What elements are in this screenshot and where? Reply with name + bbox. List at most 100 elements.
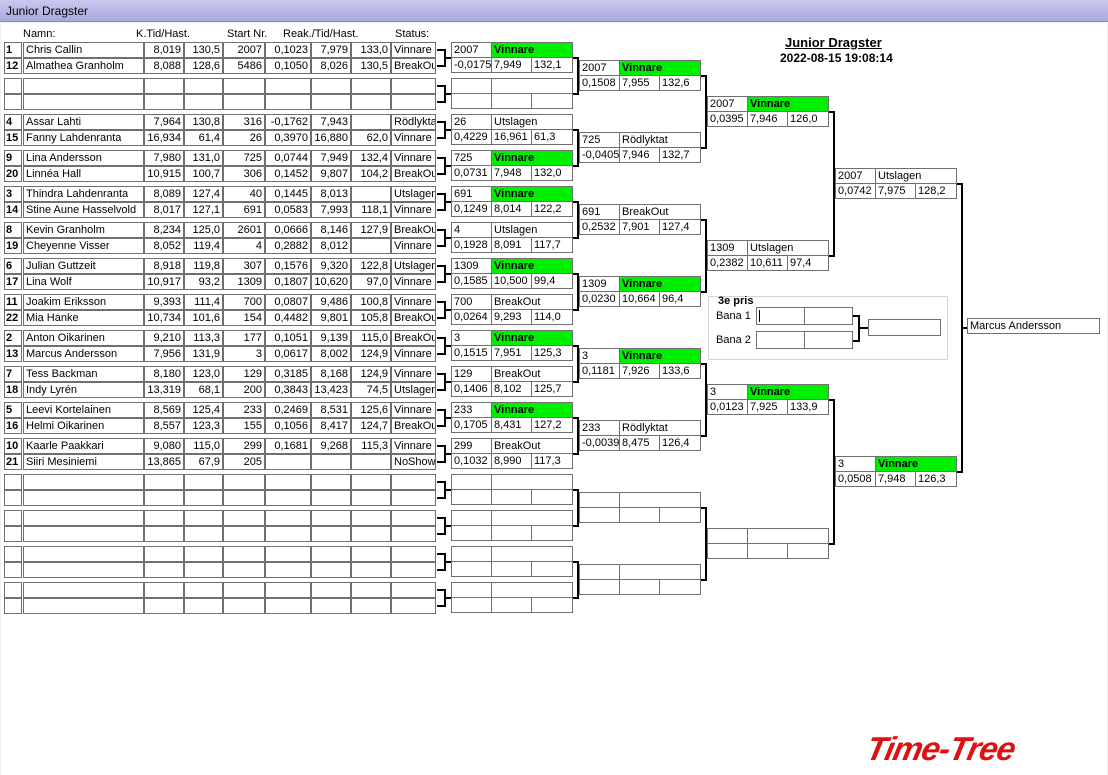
match-start-nr[interactable] — [451, 582, 492, 598]
champion-box[interactable]: Marcus Andersson — [967, 318, 1100, 334]
entry-status[interactable]: NoShow — [391, 454, 436, 470]
entry-speed[interactable]: 125,6 — [351, 402, 391, 418]
entry-time[interactable]: 8,168 — [311, 366, 351, 382]
entry-status[interactable]: Vinnare — [391, 150, 436, 166]
entry-ktid[interactable]: 8,052 — [144, 238, 184, 254]
entry-ktid[interactable]: 8,089 — [144, 186, 184, 202]
match-status[interactable] — [491, 78, 573, 94]
entry-status[interactable]: BreakOut — [391, 330, 436, 346]
match-start-nr[interactable]: 700 — [451, 294, 492, 310]
match-reaction[interactable]: 0,1032 — [451, 453, 492, 469]
match-start-nr[interactable]: 3 — [579, 348, 620, 364]
match-reaction[interactable]: 0,1508 — [579, 75, 620, 91]
match-time[interactable] — [491, 93, 532, 109]
match-start-nr[interactable]: 2007 — [451, 42, 492, 58]
entry-name[interactable]: Leevi Kortelainen — [23, 402, 144, 418]
match-status[interactable] — [747, 528, 829, 544]
entry-reaction[interactable]: 0,1681 — [265, 438, 311, 454]
entry-name[interactable]: Marcus Andersson — [23, 346, 144, 362]
entry-time[interactable]: 8,012 — [311, 238, 351, 254]
entry-khast[interactable]: 100,7 — [184, 166, 223, 182]
match-speed[interactable] — [531, 489, 573, 505]
entry-reaction[interactable]: 0,1023 — [265, 42, 311, 58]
entry-khast[interactable] — [184, 94, 223, 110]
entry-startnr[interactable]: 4 — [223, 238, 265, 254]
match-start-nr[interactable]: 725 — [579, 132, 620, 148]
entry-time[interactable]: 9,268 — [311, 438, 351, 454]
entry-status[interactable]: Utslagen — [391, 186, 436, 202]
entry-speed[interactable]: 118,1 — [351, 202, 391, 218]
match-reaction[interactable]: 0,2532 — [579, 219, 620, 235]
entry-ktid[interactable]: 8,569 — [144, 402, 184, 418]
match-start-nr[interactable]: 2007 — [835, 168, 876, 184]
match-speed[interactable]: 128,2 — [915, 183, 957, 199]
entry-khast[interactable]: 68,1 — [184, 382, 223, 398]
match-status[interactable] — [619, 564, 701, 580]
match-time[interactable]: 8,091 — [491, 237, 532, 253]
entry-speed[interactable]: 124,9 — [351, 366, 391, 382]
entry-khast[interactable]: 67,9 — [184, 454, 223, 470]
entry-ktid[interactable]: 13,319 — [144, 382, 184, 398]
match-status[interactable]: BreakOut — [491, 438, 573, 454]
match-start-nr[interactable]: 233 — [451, 402, 492, 418]
match-status-winner[interactable]: Vinnare — [491, 150, 573, 166]
match-status[interactable]: Utslagen — [875, 168, 957, 184]
entry-ktid[interactable] — [144, 94, 184, 110]
entry-status[interactable]: Utslagen — [391, 382, 436, 398]
match-status[interactable]: Rödlyktat — [619, 132, 701, 148]
match-start-nr[interactable] — [579, 492, 620, 508]
match-reaction[interactable]: 0,0230 — [579, 291, 620, 307]
match-start-nr[interactable]: 1309 — [579, 276, 620, 292]
entry-ktid[interactable] — [144, 582, 184, 598]
match-time[interactable]: 8,102 — [491, 381, 532, 397]
entry-khast[interactable]: 127,1 — [184, 202, 223, 218]
entry-time[interactable]: 7,993 — [311, 202, 351, 218]
entry-reaction[interactable]: 0,0666 — [265, 222, 311, 238]
entry-name[interactable]: Tess Backman — [23, 366, 144, 382]
match-reaction[interactable]: 0,1249 — [451, 201, 492, 217]
entry-khast[interactable] — [184, 582, 223, 598]
entry-name[interactable]: Lina Andersson — [23, 150, 144, 166]
match-status-winner[interactable]: Vinnare — [619, 276, 701, 292]
entry-startnr[interactable]: 306 — [223, 166, 265, 182]
entry-ktid[interactable]: 8,019 — [144, 42, 184, 58]
entry-khast[interactable] — [184, 490, 223, 506]
match-time[interactable] — [747, 543, 788, 559]
entry-status[interactable]: Vinnare — [391, 346, 436, 362]
entry-reaction[interactable]: 0,2882 — [265, 238, 311, 254]
entry-speed[interactable]: 115,3 — [351, 438, 391, 454]
entry-status[interactable]: Vinnare — [391, 238, 436, 254]
entry-speed[interactable]: 62,0 — [351, 130, 391, 146]
match-speed[interactable] — [659, 579, 701, 595]
entry-khast[interactable]: 130,8 — [184, 114, 223, 130]
entry-startnr[interactable]: 205 — [223, 454, 265, 470]
entry-reaction[interactable]: 0,0583 — [265, 202, 311, 218]
match-speed[interactable]: 127,2 — [531, 417, 573, 433]
entry-reaction[interactable] — [265, 474, 311, 490]
entry-ktid[interactable]: 7,956 — [144, 346, 184, 362]
match-status-winner[interactable]: Vinnare — [619, 60, 701, 76]
entry-reaction[interactable]: 0,0807 — [265, 294, 311, 310]
entry-time[interactable] — [311, 490, 351, 506]
entry-time[interactable] — [311, 598, 351, 614]
entry-khast[interactable]: 123,3 — [184, 418, 223, 434]
match-reaction[interactable] — [579, 579, 620, 595]
entry-reaction[interactable] — [265, 546, 311, 562]
entry-khast[interactable]: 119,8 — [184, 258, 223, 274]
match-start-nr[interactable] — [707, 528, 748, 544]
entry-speed[interactable] — [351, 526, 391, 542]
entry-speed[interactable] — [351, 490, 391, 506]
match-speed[interactable]: 132,1 — [531, 57, 573, 73]
entry-reaction[interactable]: 0,1452 — [265, 166, 311, 182]
entry-speed[interactable] — [351, 562, 391, 578]
match-status-winner[interactable]: Vinnare — [747, 384, 829, 400]
entry-name[interactable]: Helmi Oikarinen — [23, 418, 144, 434]
match-reaction[interactable]: 0,1705 — [451, 417, 492, 433]
entry-khast[interactable]: 127,4 — [184, 186, 223, 202]
entry-name[interactable]: Joakim Eriksson — [23, 294, 144, 310]
match-speed[interactable]: 126,3 — [915, 471, 957, 487]
match-start-nr[interactable]: 26 — [451, 114, 492, 130]
entry-status[interactable]: BreakOut — [391, 166, 436, 182]
entry-reaction[interactable] — [265, 490, 311, 506]
entry-startnr[interactable]: 155 — [223, 418, 265, 434]
